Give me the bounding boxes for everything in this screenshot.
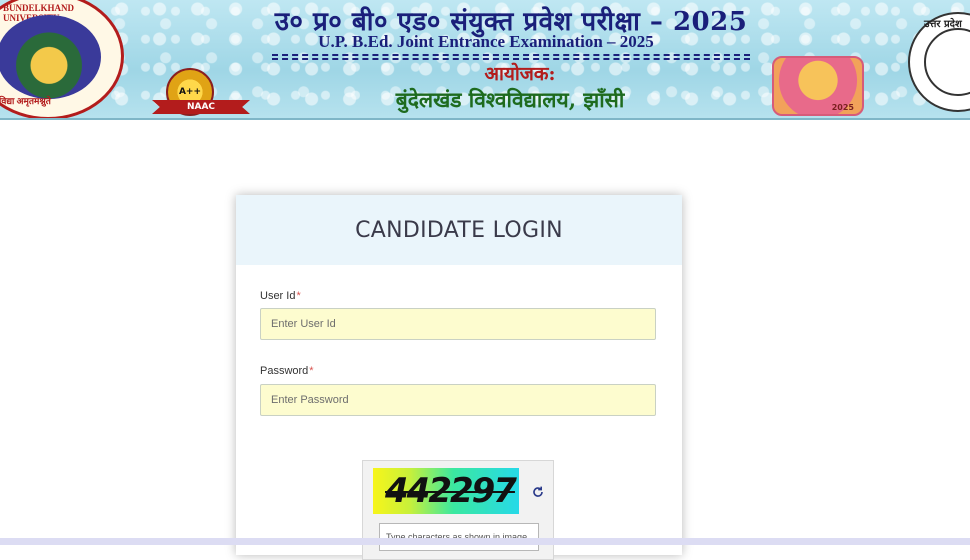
bottom-bar	[0, 538, 970, 545]
captcha-image: 442297	[373, 468, 519, 514]
logo-emblem	[0, 15, 101, 99]
login-title: CANDIDATE LOGIN	[355, 217, 563, 243]
header-banner: BUNDELKHAND UNIVERSITY विद्या अमृतमश्नुत…	[0, 0, 970, 120]
required-mark: *	[296, 290, 301, 302]
bundelkhand-university-logo: BUNDELKHAND UNIVERSITY विद्या अमृतमश्नुत…	[0, 0, 124, 118]
event-emblem: 2025	[772, 56, 864, 116]
password-input[interactable]	[260, 384, 656, 416]
captcha-box: 442297	[362, 460, 554, 560]
captcha-text: 442297	[385, 471, 517, 511]
captcha-input[interactable]	[379, 523, 539, 551]
naac-badge: A++ NAAC	[152, 68, 252, 116]
required-mark: *	[309, 365, 314, 377]
userid-label: User Id*	[260, 290, 301, 302]
userid-input[interactable]	[260, 308, 656, 340]
naac-ribbon: NAAC	[152, 100, 250, 114]
userid-label-text: User Id	[260, 290, 296, 302]
login-card-header: CANDIDATE LOGIN	[236, 195, 682, 265]
exam-title-english: U.P. B.Ed. Joint Entrance Examination – …	[318, 32, 654, 51]
up-government-logo: उत्तर प्रदेश	[908, 12, 970, 112]
logo-motto: विद्या अमृतमश्नुते	[0, 96, 51, 106]
up-logo-emblem	[924, 28, 970, 96]
event-emblem-year: 2025	[831, 103, 854, 112]
organizer-label: आयोजक:	[484, 63, 556, 85]
password-label: Password*	[260, 365, 314, 377]
title-divider	[272, 54, 750, 56]
login-card: CANDIDATE LOGIN User Id* Password* 44229…	[236, 195, 682, 560]
naac-grade: A++	[178, 87, 202, 97]
password-label-text: Password	[260, 365, 309, 377]
refresh-captcha-icon[interactable]	[531, 485, 545, 499]
organizer-name: बुंदेलखंड विश्वविद्यालय, झाँसी	[395, 87, 625, 112]
